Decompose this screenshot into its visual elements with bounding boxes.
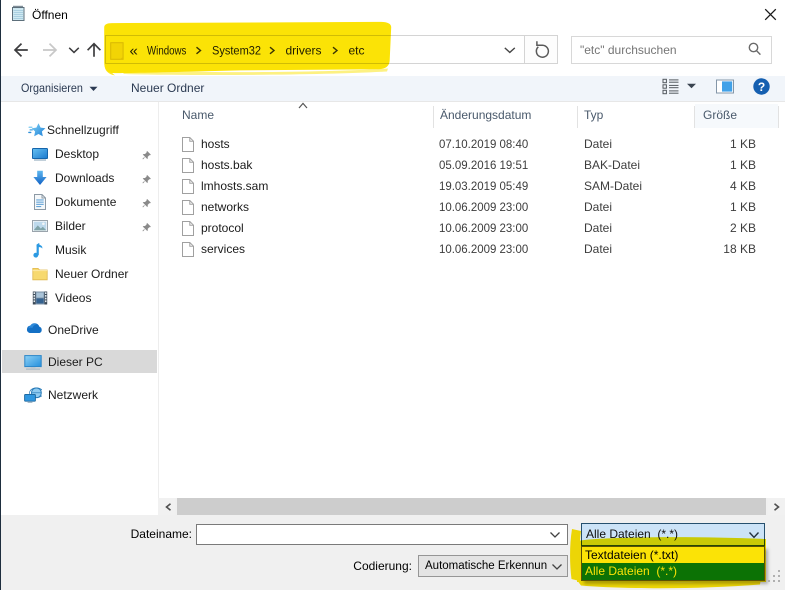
svg-text:?: ?: [758, 80, 765, 94]
svg-text:"etc" durchsuchen: "etc" durchsuchen: [580, 43, 677, 57]
